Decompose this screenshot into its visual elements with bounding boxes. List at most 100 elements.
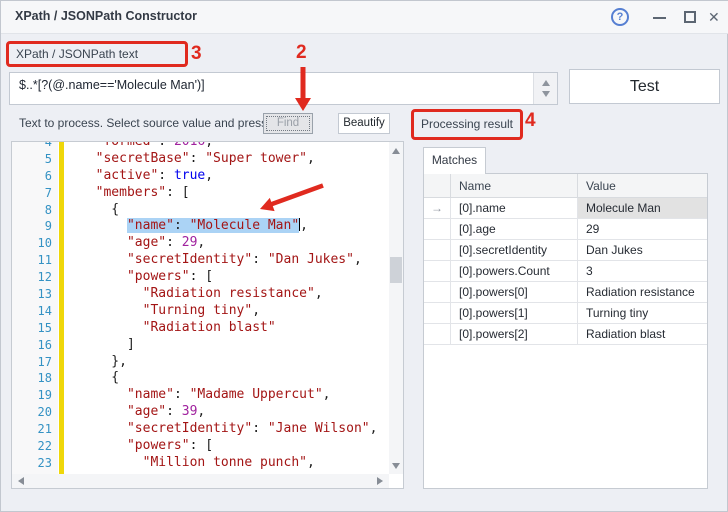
scrollbar-corner	[389, 474, 403, 488]
maximize-icon	[684, 11, 696, 23]
match-value-cell[interactable]: Dan Jukes	[577, 240, 707, 260]
column-header-name[interactable]: Name	[450, 174, 577, 198]
code-line-17[interactable]: },	[68, 354, 377, 371]
text-to-process-label: Text to process. Select source value and…	[19, 116, 267, 130]
code-token: 2016	[174, 142, 205, 149]
code-token: : [	[166, 185, 189, 200]
vertical-scroll-thumb[interactable]	[390, 257, 402, 283]
code-token: ]	[80, 337, 135, 352]
match-name-cell[interactable]: [0].powers.Count	[450, 261, 577, 281]
code-line-14[interactable]: "Turning tiny",	[68, 303, 377, 320]
scroll-up-icon[interactable]	[392, 148, 400, 154]
scroll-right-icon[interactable]	[377, 477, 383, 485]
code-line-4[interactable]: "formed": 2016,	[68, 142, 377, 151]
annotation-step-2: 2	[296, 42, 307, 64]
code-line-9[interactable]: "name": "Molecule Man",	[68, 218, 377, 235]
column-header-value[interactable]: Value	[577, 174, 707, 198]
code-line-7[interactable]: "members": [	[68, 185, 377, 202]
table-row[interactable]: [0].powers[2]Radiation blast	[424, 324, 707, 345]
table-row[interactable]: [0].age29	[424, 219, 707, 240]
code-line-11[interactable]: "secretIdentity": "Dan Jukes",	[68, 252, 377, 269]
code-line-20[interactable]: "age": 39,	[68, 404, 377, 421]
match-value-cell[interactable]: 3	[577, 261, 707, 281]
line-number: 22	[12, 438, 52, 455]
match-value-cell[interactable]: Molecule Man	[577, 198, 707, 218]
code-token: ,	[252, 303, 260, 318]
horizontal-scrollbar[interactable]	[12, 474, 389, 488]
code-line-5[interactable]: "secretBase": "Super tower",	[68, 151, 377, 168]
code-token	[80, 269, 127, 284]
match-value-cell[interactable]: Radiation blast	[577, 324, 707, 344]
selected-text: "name"	[127, 218, 174, 233]
window-title: XPath / JSONPath Constructor	[15, 9, 197, 23]
line-number: 23	[12, 455, 52, 472]
minimize-button[interactable]	[647, 1, 673, 34]
match-value-cell[interactable]: 29	[577, 219, 707, 239]
code-line-18[interactable]: {	[68, 370, 377, 387]
beautify-button[interactable]: Beautify	[338, 113, 390, 134]
matches-panel: Name Value →[0].nameMolecule Man[0].age2…	[423, 173, 708, 489]
table-row[interactable]: [0].powers[1]Turning tiny	[424, 303, 707, 324]
code-line-16[interactable]: ]	[68, 337, 377, 354]
code-token	[80, 286, 143, 301]
code-line-6[interactable]: "active": true,	[68, 168, 377, 185]
match-name-cell[interactable]: [0].age	[450, 219, 577, 239]
code-line-19[interactable]: "name": "Madame Uppercut",	[68, 387, 377, 404]
code-area[interactable]: 4567891011121314151617181920212223 "form…	[12, 142, 389, 475]
table-row[interactable]: →[0].nameMolecule Man	[424, 198, 707, 219]
close-button[interactable]: ✕	[703, 1, 728, 34]
test-button[interactable]: Test	[569, 69, 720, 104]
code-token: : [	[190, 269, 213, 284]
code-line-10[interactable]: "age": 29,	[68, 235, 377, 252]
table-row[interactable]: [0].powers.Count3	[424, 261, 707, 282]
xpath-input[interactable]	[12, 75, 532, 95]
code-token: {	[80, 370, 119, 385]
selected-text: :	[174, 218, 190, 233]
matches-table-header: Name Value	[424, 174, 707, 198]
help-icon[interactable]: ?	[611, 8, 629, 26]
code-token	[80, 455, 143, 470]
match-name-cell[interactable]: [0].powers[1]	[450, 303, 577, 323]
code-line-13[interactable]: "Radiation resistance",	[68, 286, 377, 303]
row-indicator	[424, 240, 450, 260]
scroll-down-icon[interactable]	[392, 463, 400, 469]
match-name-cell[interactable]: [0].powers[0]	[450, 282, 577, 302]
code-line-21[interactable]: "secretIdentity": "Jane Wilson",	[68, 421, 377, 438]
code-line-8[interactable]: {	[68, 202, 377, 219]
vertical-scrollbar[interactable]	[389, 142, 403, 475]
code-token: ,	[354, 252, 362, 267]
json-editor[interactable]: 4567891011121314151617181920212223 "form…	[11, 141, 404, 489]
match-value-cell[interactable]: Radiation resistance	[577, 282, 707, 302]
xpath-input-spinner[interactable]	[533, 73, 557, 104]
code-token: ,	[300, 218, 308, 233]
match-name-cell[interactable]: [0].powers[2]	[450, 324, 577, 344]
row-indicator	[424, 303, 450, 323]
processing-result-annotation-box: Processing result	[411, 109, 523, 140]
spinner-down-icon[interactable]	[542, 91, 550, 97]
row-indicator	[424, 219, 450, 239]
code-token	[80, 142, 96, 149]
code-token: "Dan Jukes"	[268, 252, 354, 267]
spinner-up-icon[interactable]	[542, 80, 550, 86]
maximize-button[interactable]	[677, 1, 703, 34]
table-row[interactable]: [0].powers[0]Radiation resistance	[424, 282, 707, 303]
tab-matches[interactable]: Matches	[423, 147, 486, 174]
code-token: "name"	[127, 387, 174, 402]
code-line-15[interactable]: "Radiation blast"	[68, 320, 377, 337]
code-line-12[interactable]: "powers": [	[68, 269, 377, 286]
code-line-22[interactable]: "powers": [	[68, 438, 377, 455]
code-token	[80, 438, 127, 453]
code-token: ,	[323, 387, 331, 402]
processing-result-label: Processing result	[421, 117, 513, 131]
code-token	[80, 387, 127, 402]
code-line-23[interactable]: "Million tonne punch",	[68, 455, 377, 472]
match-name-cell[interactable]: [0].name	[450, 198, 577, 218]
table-row[interactable]: [0].secretIdentityDan Jukes	[424, 240, 707, 261]
code-token	[80, 320, 143, 335]
code-token: : [	[190, 438, 213, 453]
annotation-step-4: 4	[525, 110, 536, 132]
match-name-cell[interactable]: [0].secretIdentity	[450, 240, 577, 260]
scroll-left-icon[interactable]	[18, 477, 24, 485]
find-button[interactable]: Find	[263, 113, 313, 134]
match-value-cell[interactable]: Turning tiny	[577, 303, 707, 323]
